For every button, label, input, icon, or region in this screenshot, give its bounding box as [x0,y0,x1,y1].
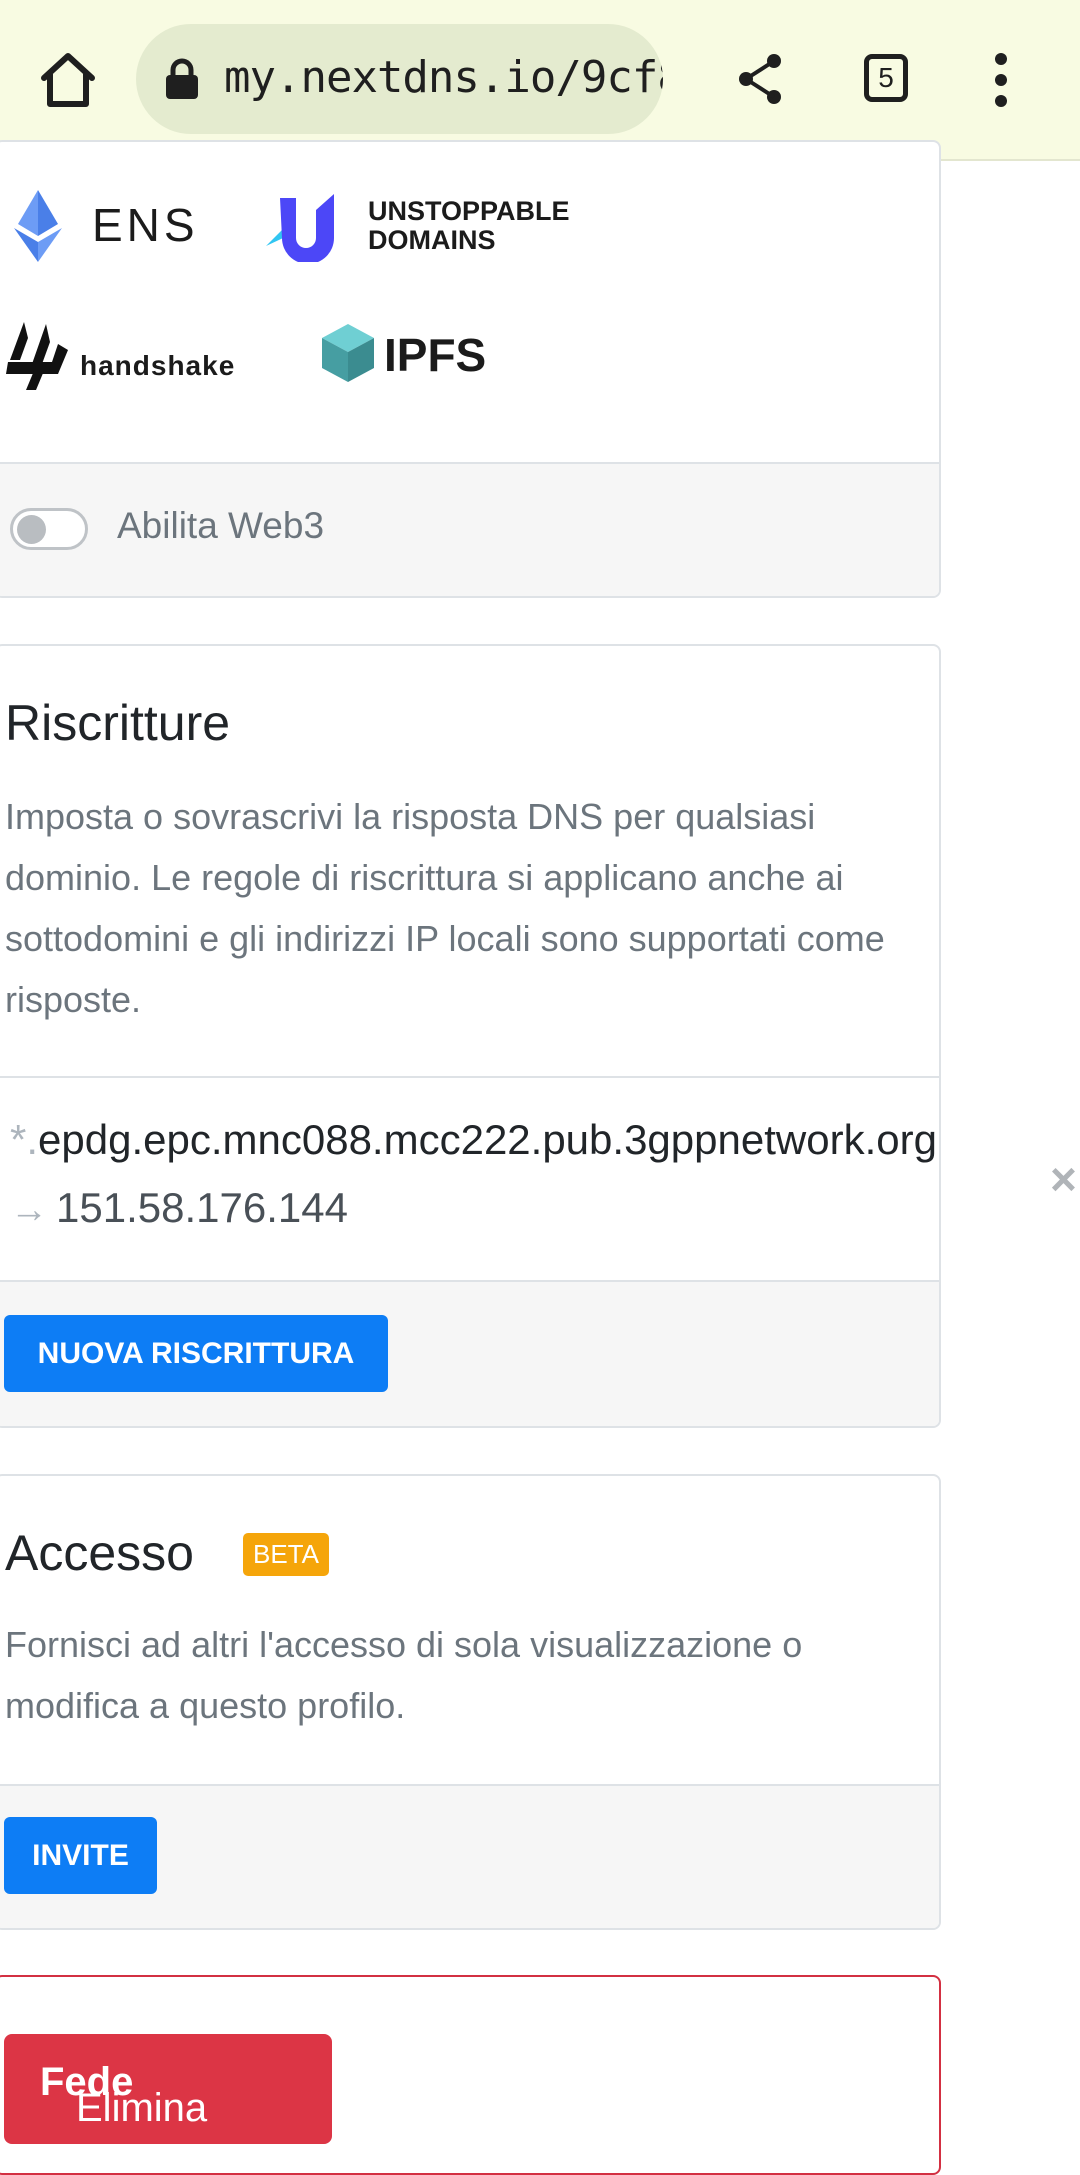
new-rewrite-button[interactable]: NUOVA RISCRITTURA [4,1315,388,1392]
rewrite-domain-name: epdg.epc.mnc088.mcc222.pub.3gppnetwork.o… [38,1116,937,1163]
browser-toolbar: my.nextdns.io/9cf88 5 [0,0,1080,161]
toggle-knob [17,515,46,544]
rewrites-description: Imposta o sovrascrivi la risposta DNS pe… [5,796,885,1020]
delete-button-label: Elimina Fede [40,2060,207,2130]
invite-button[interactable]: INVITE [4,1817,157,1894]
beta-badge: BETA [243,1533,329,1576]
handshake-wordmark: handshake [80,350,236,381]
arrow-icon: → [10,1189,48,1231]
rewrites-card [0,644,941,1428]
ens-wordmark: ENS [92,199,199,251]
unstoppable-line1: UNSTOPPABLE [368,196,570,226]
remove-rewrite-icon[interactable]: × [1050,1152,1077,1206]
rewrite-answer-ip: 151.58.176.144 [56,1184,348,1231]
rewrite-wildcard: *. [10,1116,39,1163]
rewrites-divider [0,1076,939,1078]
rewrite-rule-answer: → 151.58.176.144 [10,1184,348,1232]
home-icon[interactable] [38,50,98,110]
ipfs-wordmark: IPFS [384,329,487,381]
rewrites-title: Riscritture [5,695,231,751]
ens-icon [14,190,62,262]
unstoppable-domains-wordmark: UNSTOPPABLE DOMAINS [368,197,570,255]
overflow-menu-icon[interactable] [990,52,1012,108]
unstoppable-line2: DOMAINS [368,225,496,255]
lock-icon [164,58,200,100]
address-bar[interactable]: my.nextdns.io/9cf88 [136,24,663,134]
delete-profile-button[interactable]: Elimina Fede [4,2034,332,2144]
delete-label-prefix: Elimina [76,2086,208,2130]
access-title: Accesso [5,1525,194,1581]
handshake-icon [6,322,68,390]
share-icon[interactable] [736,52,786,106]
web3-toggle[interactable] [10,508,88,550]
url-text: my.nextdns.io/9cf88 [224,52,663,103]
web3-toggle-label: Abilita Web3 [117,505,325,546]
unstoppable-domains-icon [266,194,334,262]
tab-switcher-button[interactable]: 5 [864,54,908,102]
rewrite-rule-domain[interactable]: *.epdg.epc.mnc088.mcc222.pub.3gppnetwork… [10,1116,937,1164]
ipfs-icon [322,324,374,382]
access-description: Fornisci ad altri l'accesso di sola visu… [5,1624,803,1726]
